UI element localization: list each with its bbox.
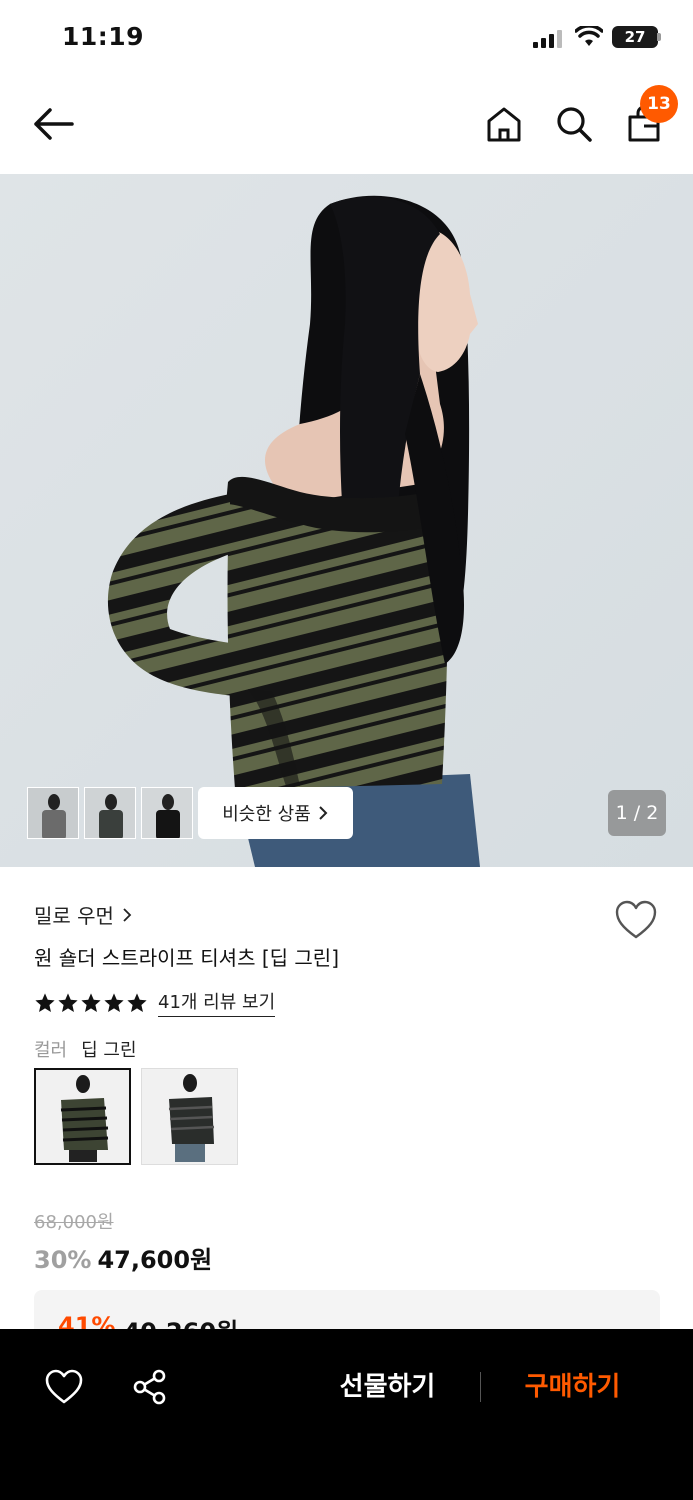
review-link[interactable]: 41개 리뷰 보기	[158, 988, 276, 1017]
status-time: 11:19	[62, 22, 145, 51]
product-photo	[0, 174, 693, 867]
similar-products-label: 비슷한 상품	[222, 804, 311, 825]
rating-stars	[34, 992, 148, 1014]
brand-link[interactable]: 밀로 우먼	[34, 900, 132, 929]
brand-name: 밀로 우먼	[34, 904, 114, 928]
home-icon[interactable]	[484, 104, 524, 144]
wifi-icon	[575, 26, 603, 46]
star-icon	[104, 992, 124, 1012]
star-icon	[35, 992, 55, 1012]
chevron-right-icon	[319, 806, 328, 820]
gift-button[interactable]: 선물하기	[320, 1365, 455, 1409]
status-bar: 11:19 27	[0, 0, 693, 76]
price-row: 30% 47,600원	[34, 1240, 212, 1275]
color-swatch-charcoal[interactable]	[141, 1068, 238, 1165]
gallery-thumbnail[interactable]	[84, 787, 136, 839]
color-row: 컬러 딥 그린	[34, 1036, 137, 1062]
search-icon[interactable]	[554, 104, 594, 144]
discount-rate: 30%	[34, 1246, 92, 1274]
product-title: 원 숄더 스트라이프 티셔츠 [딥 그린]	[34, 946, 339, 970]
color-value: 딥 그린	[81, 1040, 137, 1061]
bottom-action-bar: 선물하기 구매하기	[0, 1329, 693, 1500]
chevron-right-icon	[123, 907, 132, 922]
back-arrow-icon[interactable]	[32, 106, 74, 142]
gallery-thumbnail[interactable]	[27, 787, 79, 839]
gallery-thumbnail[interactable]	[141, 787, 193, 839]
color-label: 컬러	[34, 1040, 68, 1061]
similar-products-button[interactable]: 비슷한 상품	[198, 787, 353, 839]
star-icon	[127, 992, 147, 1012]
cart-count-badge: 13	[640, 85, 678, 123]
wishlist-heart-icon[interactable]	[614, 900, 658, 940]
signal-icon	[533, 30, 562, 48]
page-indicator: 1 / 2	[608, 790, 666, 836]
divider	[480, 1372, 481, 1402]
battery-level: 27	[624, 28, 646, 46]
sale-price: 47,600원	[97, 1246, 213, 1274]
top-nav: 13	[0, 76, 693, 174]
star-icon	[81, 992, 101, 1012]
like-heart-icon[interactable]	[45, 1369, 83, 1405]
star-icon	[58, 992, 78, 1012]
rating-row: 41개 리뷰 보기	[34, 988, 276, 1017]
buy-button[interactable]: 구매하기	[505, 1365, 640, 1409]
original-price: 68,000원	[34, 1212, 114, 1233]
share-icon[interactable]	[132, 1369, 168, 1405]
color-swatch-deep-green[interactable]	[34, 1068, 131, 1165]
product-image-carousel[interactable]: 비슷한 상품 1 / 2	[0, 174, 693, 867]
